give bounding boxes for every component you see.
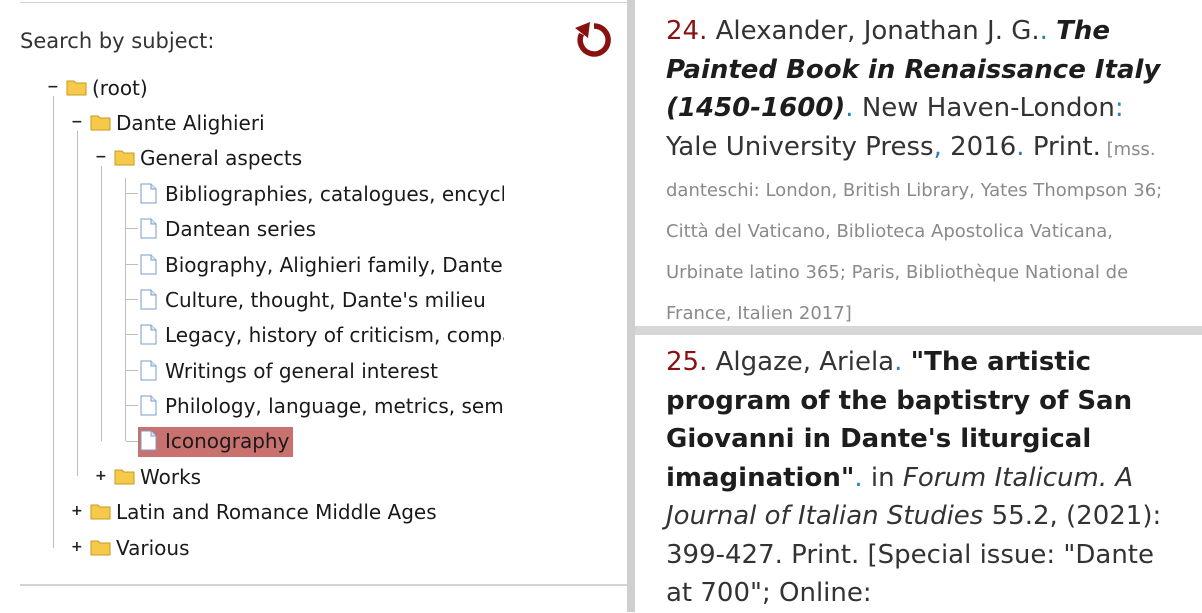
tree-leaf-label: Writings of general interest xyxy=(165,359,438,383)
tree-node-various[interactable]: + Various xyxy=(68,534,268,564)
document-icon xyxy=(140,430,157,451)
search-by-subject-label: Search by subject: xyxy=(20,29,215,53)
refresh-icon[interactable] xyxy=(574,17,614,61)
panel-divider[interactable] xyxy=(627,0,635,612)
entry-place: New Haven-London xyxy=(861,93,1115,123)
tree-label-various: Various xyxy=(116,536,190,560)
document-icon xyxy=(140,360,157,381)
folder-icon xyxy=(90,115,111,131)
tree-leaf[interactable]: Legacy, history of criticism, compar xyxy=(138,321,506,351)
expand-toggle[interactable]: + xyxy=(95,469,107,483)
tree-guide xyxy=(126,334,138,335)
folder-icon xyxy=(66,80,87,96)
tree-label-root: (root) xyxy=(92,76,148,100)
tree-guide xyxy=(126,228,138,229)
bibliography-entry: 24. Alexander, Jonathan J. G.. The Paint… xyxy=(666,12,1176,333)
bibliography-entry: 25. Algaze, Ariela. "The artistic progra… xyxy=(666,343,1176,613)
entry-note: [mss. danteschi: London, British Library… xyxy=(666,138,1163,324)
expand-toggle[interactable]: + xyxy=(71,540,83,554)
tree-leaf[interactable]: Biography, Alighieri family, Dante's xyxy=(138,251,506,281)
tree-guide xyxy=(126,370,138,371)
punctuation: . xyxy=(1039,16,1057,46)
punctuation: : xyxy=(1114,93,1124,123)
tree-label-works: Works xyxy=(140,465,202,489)
tree-leaf-label: Biography, Alighieri family, Dante's xyxy=(165,253,504,277)
tree-leaf[interactable]: Philology, language, metrics, semic xyxy=(138,392,506,422)
results-panel: 24. Alexander, Jonathan J. G.. The Paint… xyxy=(635,0,1202,612)
tree-label-latin: Latin and Romance Middle Ages xyxy=(116,500,437,524)
document-icon xyxy=(140,324,157,345)
punctuation: . xyxy=(1016,131,1033,162)
tree-label-general: General aspects xyxy=(140,146,303,170)
tree-guide xyxy=(126,405,138,406)
panel-top-divider xyxy=(20,2,627,3)
tree-guide xyxy=(125,178,126,441)
tree-leaf-label: Philology, language, metrics, semic xyxy=(165,394,504,418)
tree-label-dante: Dante Alighieri xyxy=(116,111,265,135)
tree-leaf-label: Bibliographies, catalogues, encyclo xyxy=(165,182,504,206)
expand-toggle[interactable]: + xyxy=(71,504,83,518)
folder-icon xyxy=(114,469,135,485)
entry-author: Alexander, Jonathan J. G. xyxy=(707,16,1040,46)
subject-panel: Search by subject: − (root) − Dante Alig… xyxy=(0,0,627,612)
collapse-toggle[interactable]: − xyxy=(71,115,83,129)
tree-leaf-label: Iconography xyxy=(165,429,290,453)
tree-guide xyxy=(101,166,102,441)
document-icon xyxy=(140,254,157,275)
folder-icon xyxy=(90,540,111,556)
tree-node-general[interactable]: − General aspects xyxy=(92,144,352,174)
entry-medium: Print. xyxy=(1032,131,1101,162)
document-icon xyxy=(140,218,157,239)
tree-leaf-selected[interactable]: Iconography xyxy=(138,427,293,457)
entry-publisher: Yale University Press xyxy=(666,131,934,162)
document-icon xyxy=(140,183,157,204)
punctuation: , xyxy=(933,131,951,162)
tree-guide xyxy=(126,193,138,194)
collapse-toggle[interactable]: − xyxy=(47,80,59,94)
punctuation: . xyxy=(894,347,911,377)
tree-leaf[interactable]: Bibliographies, catalogues, encyclo xyxy=(138,180,506,210)
tree-leaf-label: Dantean series xyxy=(165,217,316,241)
panel-bottom-divider xyxy=(20,584,627,586)
document-icon xyxy=(140,395,157,416)
entry-number: 24. xyxy=(666,16,708,46)
tree-guide xyxy=(126,299,138,300)
entry-separator xyxy=(635,326,1202,335)
punctuation: . xyxy=(845,93,862,123)
tree-node-dante[interactable]: − Dante Alighieri xyxy=(68,109,318,139)
tree-leaf[interactable]: Culture, thought, Dante's milieu xyxy=(138,286,506,316)
entry-in: in xyxy=(870,462,903,493)
entry-author: Algaze, Ariela xyxy=(707,347,895,377)
tree-leaf-label: Legacy, history of criticism, compar xyxy=(165,323,504,347)
tree-guide xyxy=(126,441,138,442)
document-icon xyxy=(140,289,157,310)
tree-node-works[interactable]: + Works xyxy=(92,463,292,493)
collapse-toggle[interactable]: − xyxy=(95,150,107,164)
punctuation: . xyxy=(854,462,871,493)
tree-leaf-label: Culture, thought, Dante's milieu xyxy=(165,288,486,312)
tree-node-root[interactable]: − (root) xyxy=(44,74,244,104)
tree-node-latin[interactable]: + Latin and Romance Middle Ages xyxy=(68,498,448,528)
tree-guide xyxy=(53,96,54,548)
tree-guide xyxy=(77,131,78,476)
entry-number: 25. xyxy=(666,347,708,377)
tree-leaf[interactable]: Writings of general interest xyxy=(138,357,506,387)
folder-icon xyxy=(90,504,111,520)
tree-guide xyxy=(126,264,138,265)
tree-leaf[interactable]: Dantean series xyxy=(138,215,506,245)
folder-icon xyxy=(114,150,135,166)
entry-year: 2016 xyxy=(950,131,1017,162)
